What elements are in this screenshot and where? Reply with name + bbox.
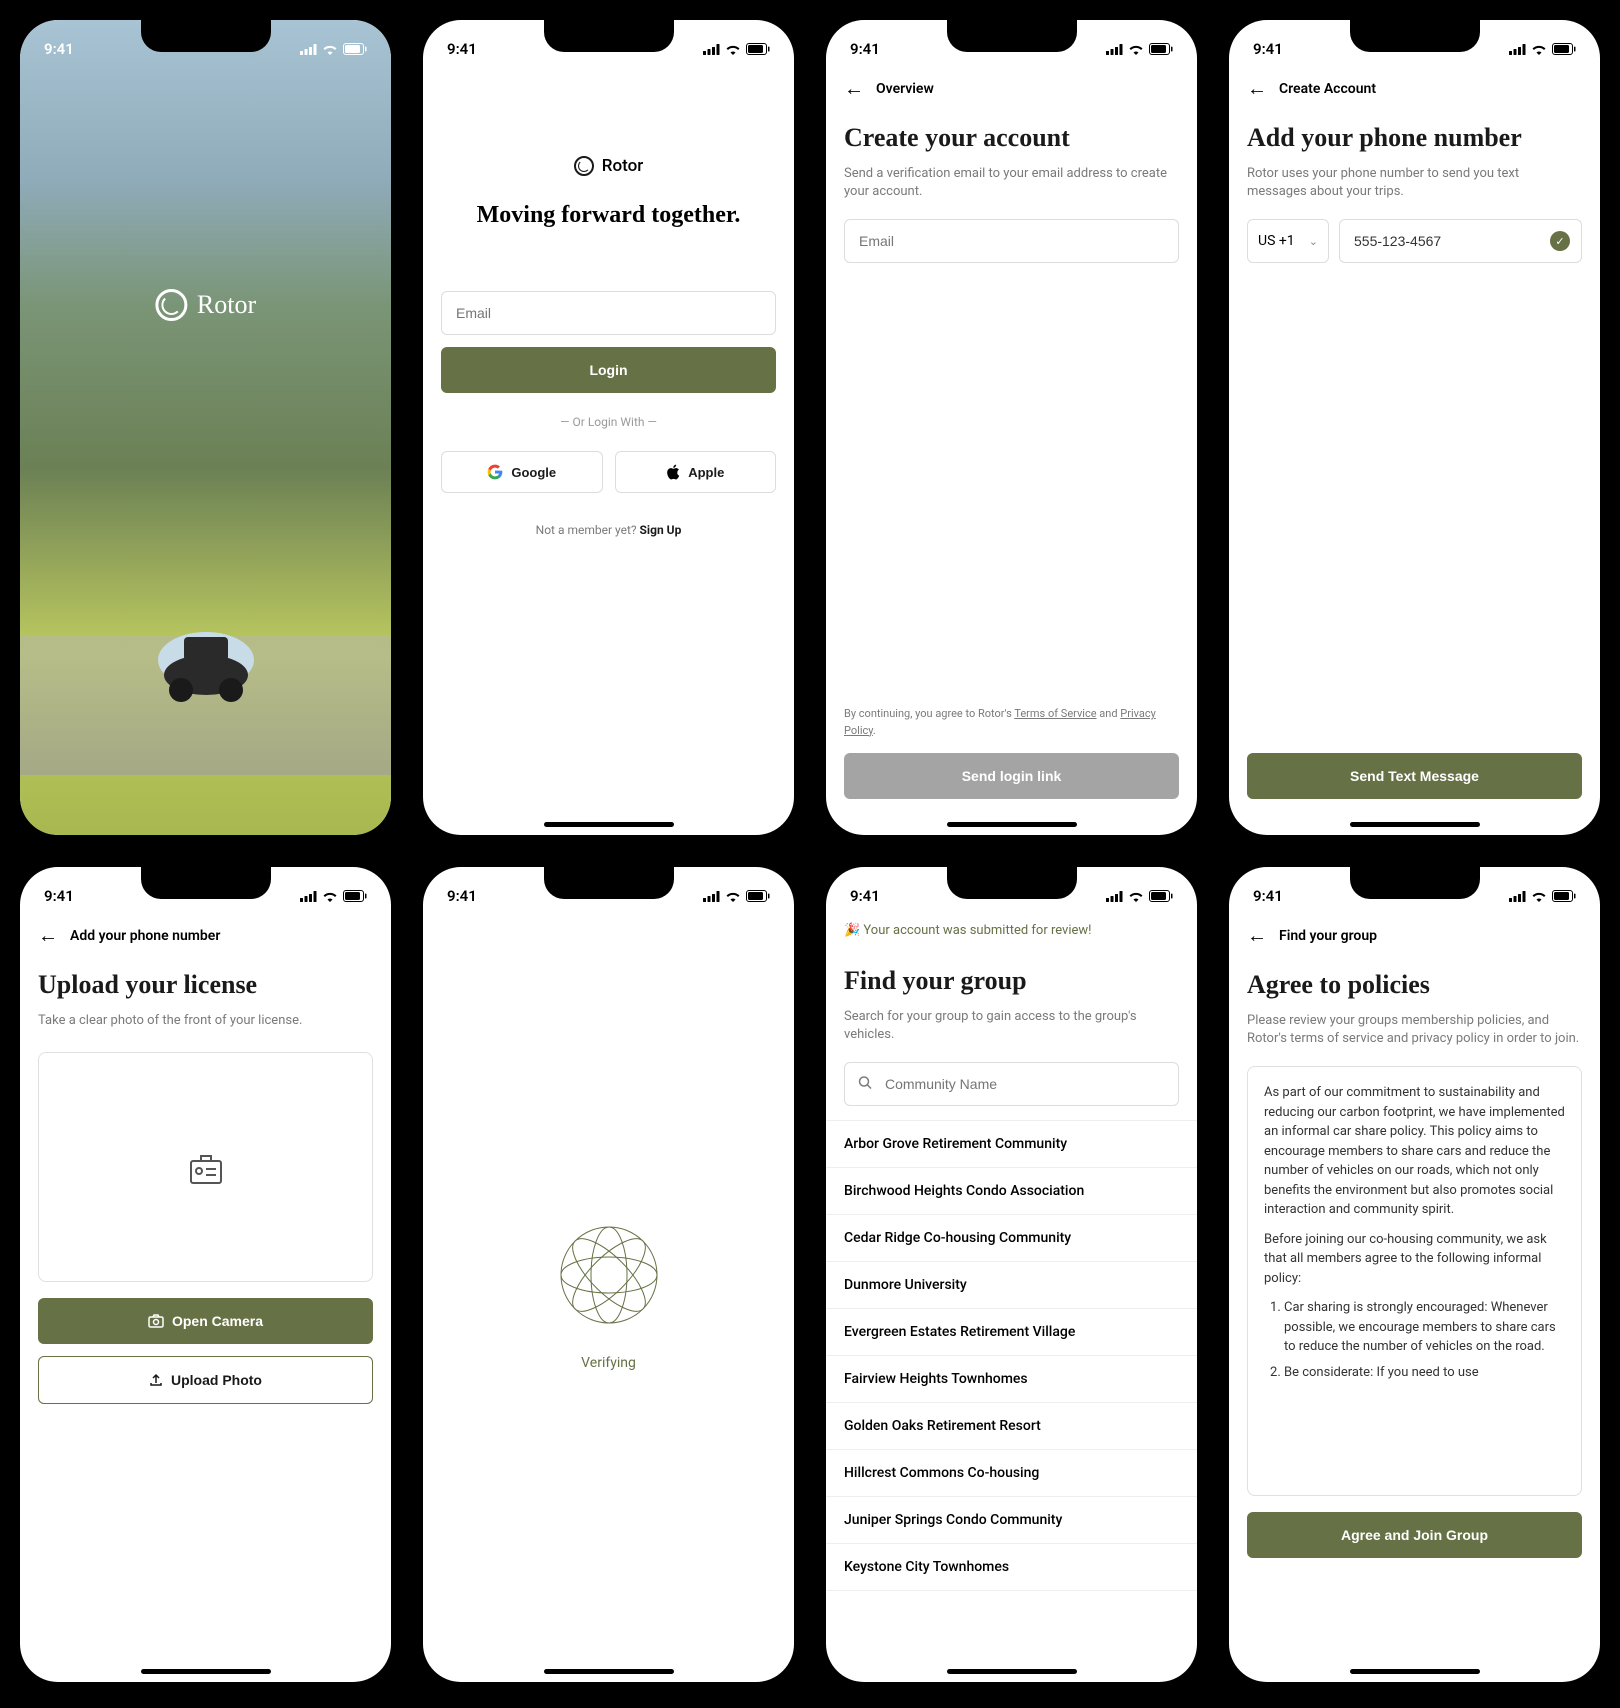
tagline: Moving forward together. — [477, 200, 741, 231]
agree-join-button[interactable]: Agree and Join Group — [1247, 1512, 1582, 1558]
status-time: 9:41 — [1253, 887, 1283, 905]
google-icon — [487, 464, 503, 480]
logo-icon — [155, 289, 187, 321]
send-login-link-button[interactable]: Send login link — [844, 753, 1179, 799]
page-title: Agree to policies — [1247, 970, 1582, 1000]
home-indicator — [544, 822, 674, 827]
community-list: Arbor Grove Retirement CommunityBirchwoo… — [826, 1120, 1197, 1591]
send-text-button[interactable]: Send Text Message — [1247, 753, 1582, 799]
nav-title: Overview — [876, 81, 934, 97]
license-photo-dropzone[interactable] — [38, 1052, 373, 1282]
community-list-item[interactable]: Arbor Grove Retirement Community — [826, 1120, 1197, 1168]
country-code-select[interactable]: US +1 ⌄ — [1247, 219, 1329, 263]
globe-icon — [559, 1225, 659, 1325]
camera-icon — [148, 1314, 164, 1328]
status-icons — [300, 890, 367, 902]
back-button[interactable]: ← — [38, 923, 58, 948]
nav-title: Add your phone number — [70, 928, 220, 944]
page-title: Upload your license — [38, 970, 373, 1000]
google-login-button[interactable]: Google — [441, 451, 603, 493]
upload-icon — [149, 1373, 163, 1387]
signup-link[interactable]: Sign Up — [640, 523, 682, 537]
community-list-item[interactable]: Evergreen Estates Retirement Village — [826, 1309, 1197, 1356]
status-time: 9:41 — [850, 40, 880, 58]
email-input[interactable] — [441, 291, 776, 335]
splash-background — [20, 20, 391, 835]
status-time: 9:41 — [1253, 40, 1283, 58]
status-icons — [1509, 890, 1576, 902]
phone-input[interactable] — [1339, 219, 1582, 263]
status-time: 9:41 — [447, 887, 477, 905]
status-icons — [1106, 43, 1173, 55]
status-time: 9:41 — [447, 40, 477, 58]
community-search-input[interactable] — [844, 1062, 1179, 1106]
community-list-item[interactable]: Hillcrest Commons Co-housing — [826, 1450, 1197, 1497]
back-button[interactable]: ← — [844, 76, 864, 101]
community-list-item[interactable]: Keystone City Townhomes — [826, 1544, 1197, 1591]
home-indicator — [1350, 822, 1480, 827]
email-input[interactable] — [844, 219, 1179, 263]
search-icon — [858, 1075, 872, 1094]
page-title: Find your group — [844, 966, 1179, 996]
page-title: Add your phone number — [1247, 123, 1582, 153]
login-button[interactable]: Login — [441, 347, 776, 393]
community-list-item[interactable]: Birchwood Heights Condo Association — [826, 1168, 1197, 1215]
check-icon: ✓ — [1550, 231, 1570, 251]
back-button[interactable]: ← — [1247, 76, 1267, 101]
id-card-icon — [186, 1147, 226, 1187]
signup-prompt: Not a member yet? Sign Up — [536, 523, 682, 537]
login-divider: — Or Login With — — [560, 415, 657, 429]
community-list-item[interactable]: Golden Oaks Retirement Resort — [826, 1403, 1197, 1450]
page-subtitle: Rotor uses your phone number to send you… — [1247, 165, 1582, 201]
page-subtitle: Send a verification email to your email … — [844, 165, 1179, 201]
logo-icon — [574, 156, 594, 176]
status-icons — [703, 890, 770, 902]
open-camera-button[interactable]: Open Camera — [38, 1298, 373, 1344]
home-indicator — [947, 822, 1077, 827]
community-list-item[interactable]: Dunmore University — [826, 1262, 1197, 1309]
upload-photo-button[interactable]: Upload Photo — [38, 1356, 373, 1404]
verifying-status: Verifying — [581, 1355, 636, 1371]
back-button[interactable]: ← — [1247, 923, 1267, 948]
terms-link[interactable]: Terms of Service — [1014, 707, 1096, 720]
page-subtitle: Please review your groups membership pol… — [1247, 1012, 1582, 1048]
page-subtitle: Search for your group to gain access to … — [844, 1008, 1179, 1044]
status-time: 9:41 — [44, 40, 74, 58]
page-subtitle: Take a clear photo of the front of your … — [38, 1012, 373, 1030]
home-indicator — [544, 1669, 674, 1674]
page-title: Create your account — [844, 123, 1179, 153]
status-time: 9:41 — [44, 887, 74, 905]
terms-footer: By continuing, you agree to Rotor's Term… — [844, 706, 1179, 739]
apple-login-button[interactable]: Apple — [615, 451, 777, 493]
home-indicator — [1350, 1669, 1480, 1674]
brand-logo: Rotor — [155, 289, 256, 321]
nav-title: Create Account — [1279, 81, 1376, 97]
success-banner: 🎉 Your account was submitted for review! — [826, 913, 1197, 948]
chevron-down-icon: ⌄ — [1309, 235, 1318, 248]
status-icons — [300, 43, 367, 55]
brand-name: Rotor — [197, 290, 256, 320]
status-icons — [1106, 890, 1173, 902]
policy-text-box[interactable]: As part of our commitment to sustainabil… — [1247, 1066, 1582, 1496]
community-list-item[interactable]: Juniper Springs Condo Community — [826, 1497, 1197, 1544]
community-list-item[interactable]: Fairview Heights Townhomes — [826, 1356, 1197, 1403]
community-list-item[interactable]: Cedar Ridge Co-housing Community — [826, 1215, 1197, 1262]
status-icons — [1509, 43, 1576, 55]
brand-name: Rotor — [602, 156, 643, 176]
home-indicator — [141, 1669, 271, 1674]
status-icons — [703, 43, 770, 55]
brand-logo: Rotor — [574, 156, 643, 176]
status-time: 9:41 — [850, 887, 880, 905]
car-illustration — [146, 605, 266, 705]
apple-icon — [666, 464, 680, 480]
nav-title: Find your group — [1279, 928, 1377, 944]
home-indicator — [947, 1669, 1077, 1674]
